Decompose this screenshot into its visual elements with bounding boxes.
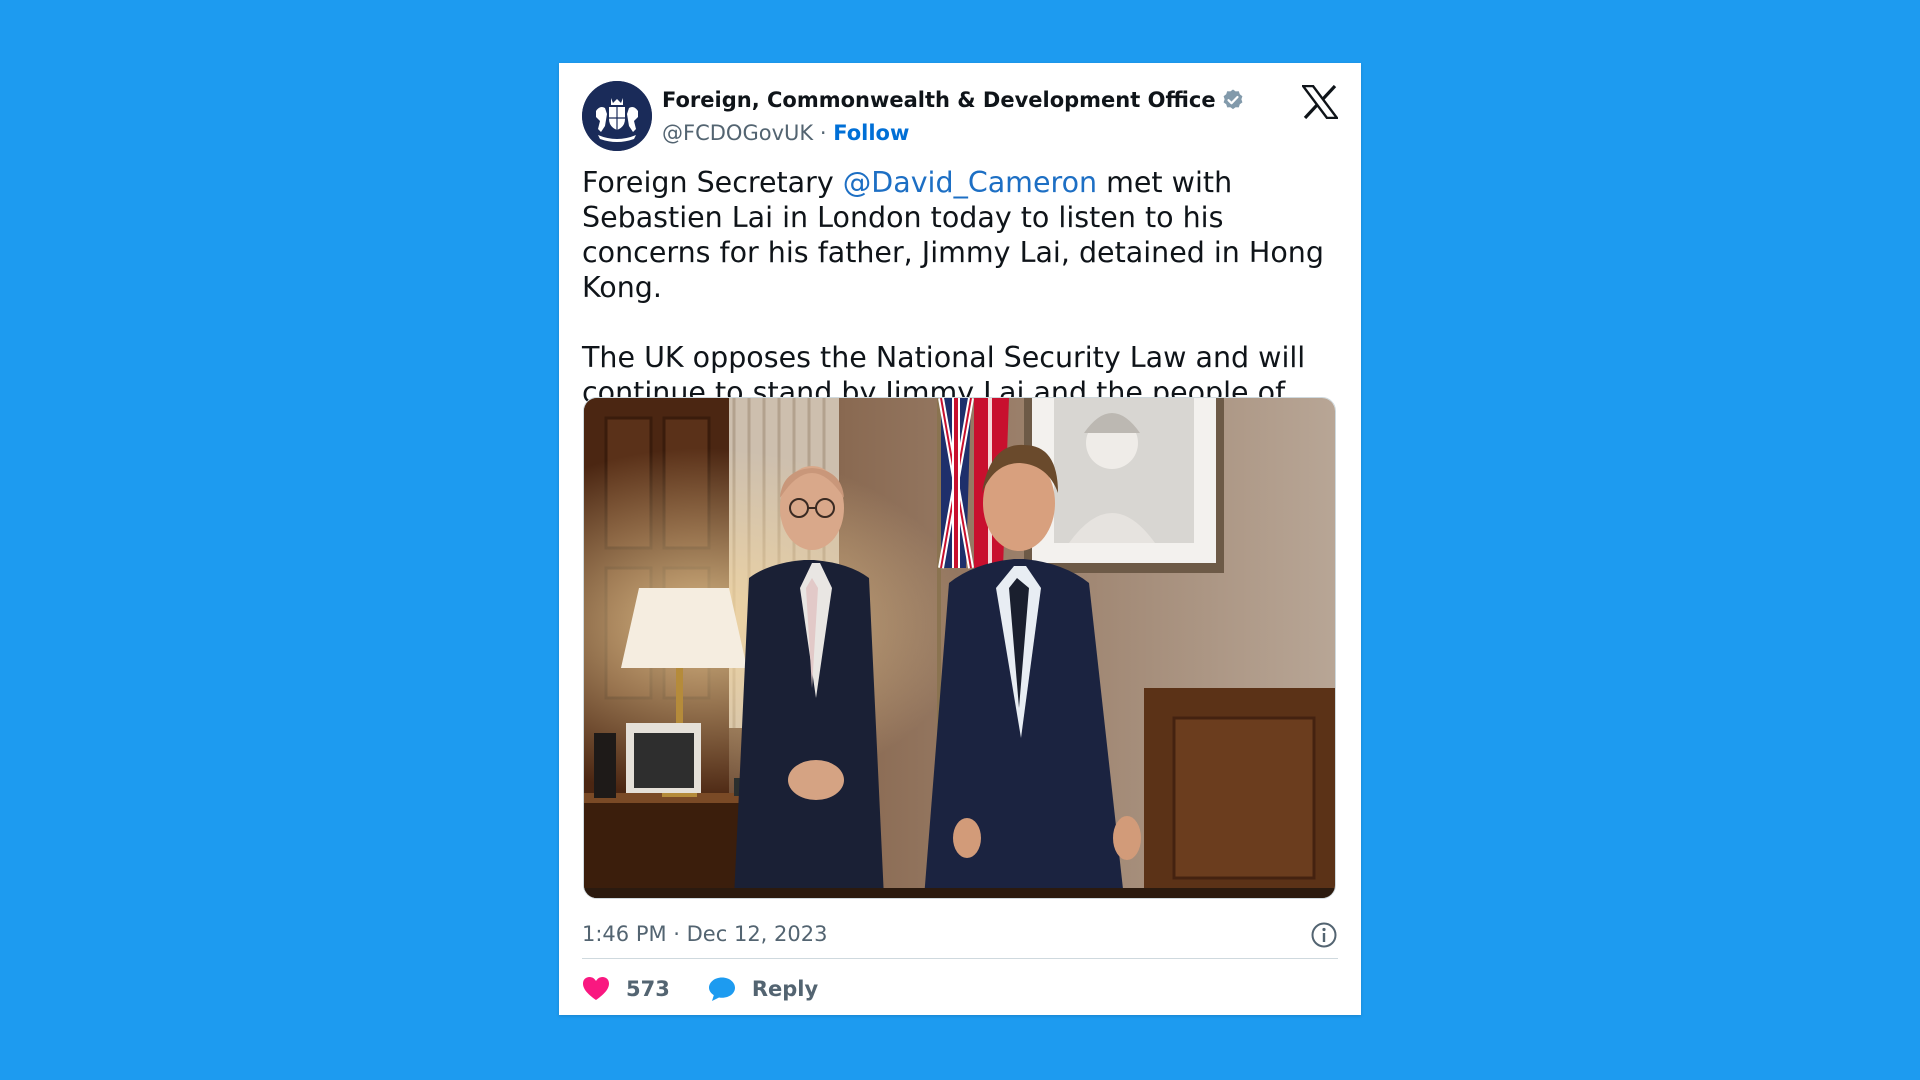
coat-of-arms-icon — [582, 81, 652, 151]
separator-dot: · — [819, 121, 827, 145]
reply-button[interactable]: Reply — [708, 976, 818, 1002]
photo-image — [584, 398, 1335, 898]
author-handle[interactable]: @FCDOGovUK — [662, 121, 813, 145]
tweet-text-part-1: Foreign Secretary — [582, 166, 843, 199]
verified-badge-icon — [1221, 88, 1245, 112]
speech-bubble-icon — [708, 977, 735, 1001]
tweet-header: Foreign, Commonwealth & Development Offi… — [582, 81, 1340, 153]
like-button[interactable]: 573 — [582, 976, 670, 1002]
tweet-photo[interactable] — [583, 397, 1336, 899]
handle-line: @FCDOGovUK · Follow — [662, 119, 1245, 147]
mention-link[interactable]: @David_Cameron — [843, 166, 1097, 199]
follow-button[interactable]: Follow — [833, 121, 909, 145]
timestamp-row: 1:46 PM · Dec 12, 2023 — [582, 914, 1338, 959]
reply-label: Reply — [751, 977, 819, 1001]
action-bar: 573 Reply — [582, 968, 856, 1010]
x-logo-icon[interactable] — [1300, 84, 1340, 120]
avatar[interactable] — [582, 81, 652, 151]
author-display-name[interactable]: Foreign, Commonwealth & Development Offi… — [662, 87, 1245, 113]
info-icon[interactable] — [1310, 921, 1338, 949]
heart-icon — [583, 977, 609, 1000]
tweet-timestamp[interactable]: 1:46 PM · Dec 12, 2023 — [582, 922, 827, 946]
tweet-paragraph-1: Foreign Secretary @David_Cameron met wit… — [582, 165, 1342, 305]
author-name-text[interactable]: Foreign, Commonwealth & Development Offi… — [662, 87, 1216, 113]
like-count: 573 — [626, 977, 670, 1001]
tweet-card: Foreign, Commonwealth & Development Offi… — [559, 63, 1361, 1015]
author-info: Foreign, Commonwealth & Development Offi… — [662, 87, 1245, 147]
